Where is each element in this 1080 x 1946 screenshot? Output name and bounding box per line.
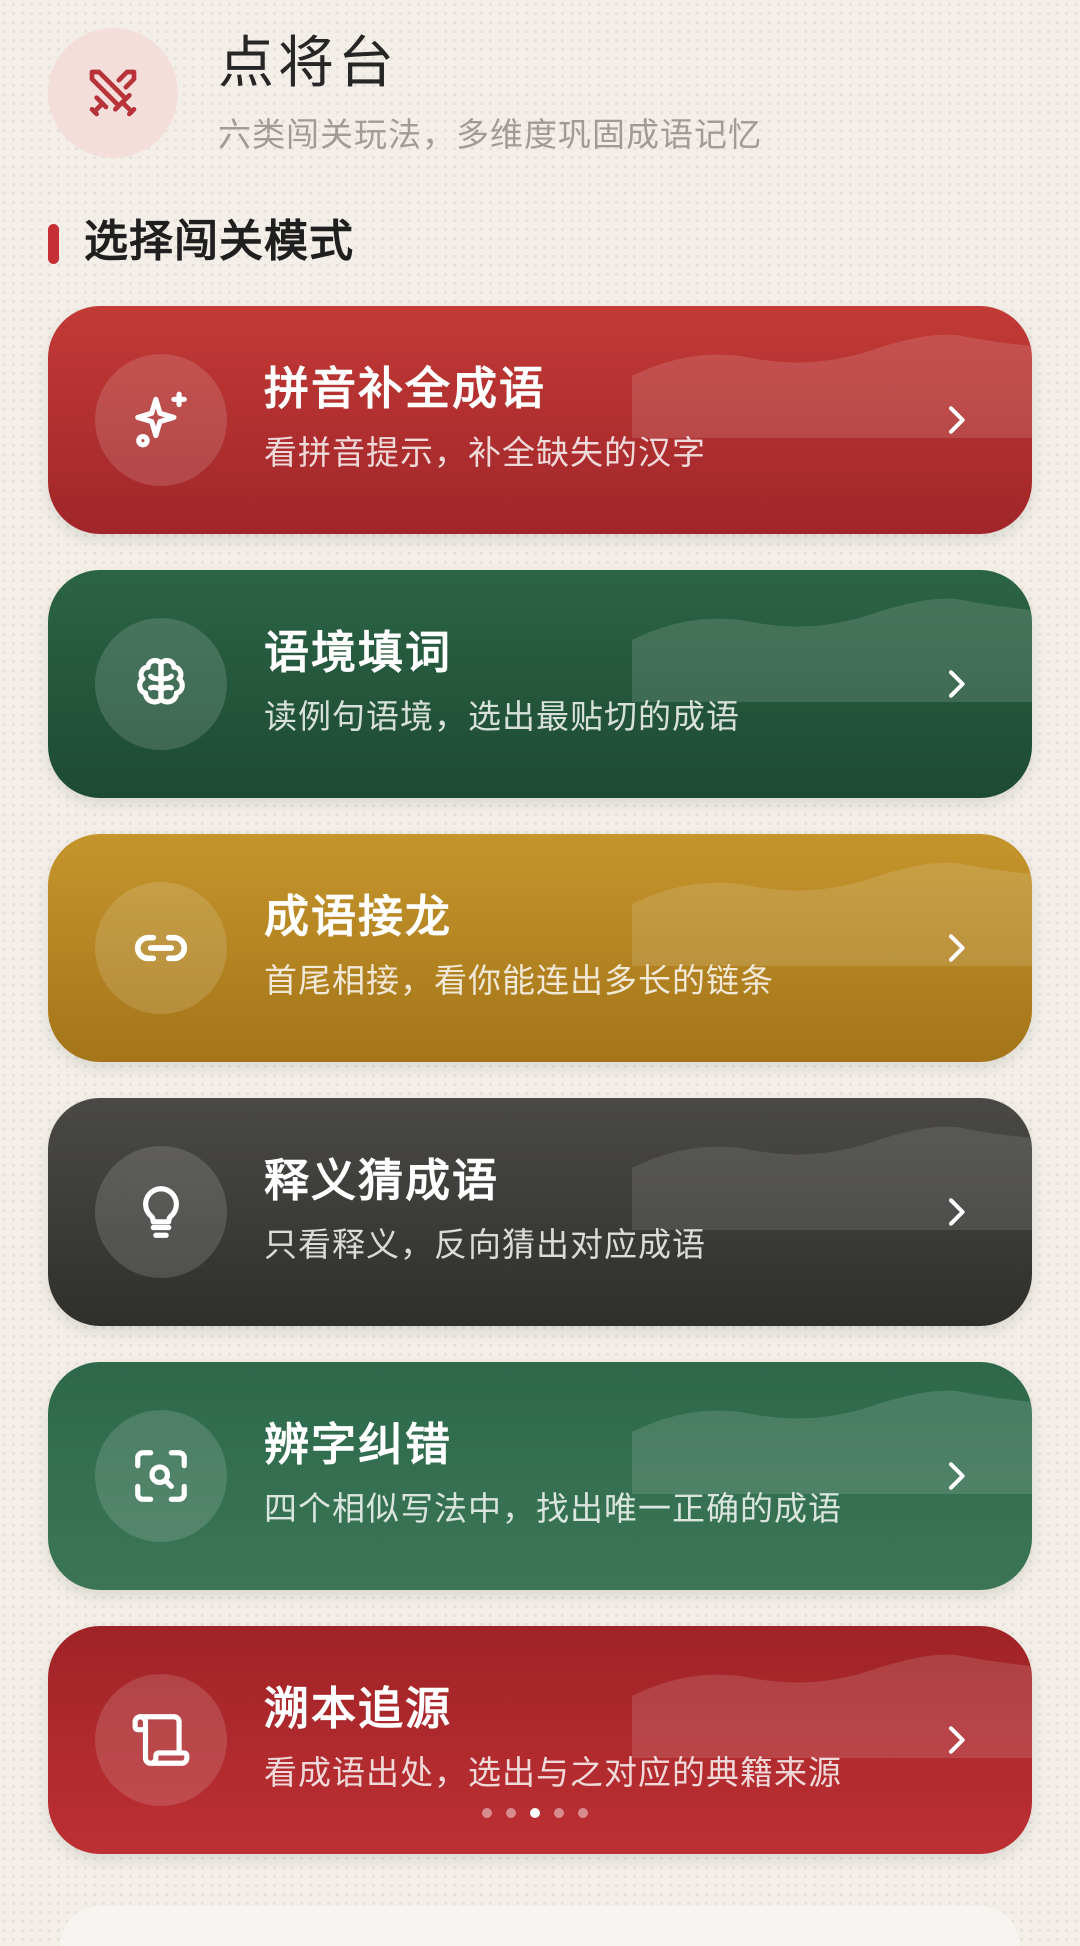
mode-card-context[interactable]: 语境填词 读例句语境，选出最贴切的成语 — [48, 570, 1032, 798]
bottom-sheet-edge — [60, 1906, 1020, 1946]
mode-title: 溯本追源 — [264, 1682, 453, 1735]
chevron-right-icon — [949, 670, 965, 698]
chevron-right-icon — [949, 406, 965, 434]
mode-title: 拼音补全成语 — [264, 362, 547, 415]
chevron-right-icon — [949, 1198, 965, 1226]
section-accent-bar — [48, 224, 59, 264]
mode-icon-circle — [95, 618, 227, 750]
link-icon — [134, 934, 188, 962]
page-dot[interactable] — [506, 1808, 516, 1818]
mode-description: 首尾相接，看你能连出多长的链条 — [264, 961, 774, 1000]
page-dot-active[interactable] — [530, 1808, 540, 1818]
chevron-right-icon — [949, 1726, 965, 1754]
mode-icon-circle — [95, 1146, 227, 1278]
mode-title: 成语接龙 — [264, 890, 453, 943]
page-dot[interactable] — [578, 1808, 588, 1818]
app-header: 点将台 六类闯关玩法，多维度巩固成语记忆 — [48, 28, 1028, 168]
mode-card-meaning[interactable]: 释义猜成语 只看释义，反向猜出对应成语 — [48, 1098, 1032, 1326]
section-title: 选择闯关模式 — [84, 216, 354, 267]
mode-card-pinyin[interactable]: 拼音补全成语 看拼音提示，补全缺失的汉字 — [48, 306, 1032, 534]
mode-description: 只看释义，反向猜出对应成语 — [264, 1225, 706, 1264]
sparkles-icon — [135, 391, 187, 448]
brain-icon — [137, 658, 185, 705]
logo — [48, 28, 178, 158]
app-subtitle: 六类闯关玩法，多维度巩固成语记忆 — [218, 115, 762, 154]
page-dot[interactable] — [554, 1808, 564, 1818]
mode-card-correction[interactable]: 辨字纠错 四个相似写法中，找出唯一正确的成语 — [48, 1362, 1032, 1590]
lightbulb-icon — [143, 1186, 179, 1238]
mode-description: 四个相似写法中，找出唯一正确的成语 — [264, 1489, 842, 1528]
mode-icon-circle — [95, 1410, 227, 1542]
app-title: 点将台 — [218, 31, 398, 96]
mode-title: 语境填词 — [264, 626, 453, 679]
scroll-icon — [132, 1714, 190, 1766]
scan-search-icon — [135, 1450, 187, 1502]
mode-icon-circle — [95, 1674, 227, 1806]
mode-list: 拼音补全成语 看拼音提示，补全缺失的汉字 语境填词 读例句语境，选出最贴切的成语 — [48, 306, 1032, 1890]
chevron-right-icon — [949, 934, 965, 962]
crossed-swords-icon — [89, 69, 137, 117]
mode-title: 辨字纠错 — [264, 1418, 453, 1471]
mode-description: 读例句语境，选出最贴切的成语 — [264, 697, 740, 736]
page-indicator — [482, 1808, 588, 1818]
chevron-right-icon — [949, 1462, 965, 1490]
mode-card-origin[interactable]: 溯本追源 看成语出处，选出与之对应的典籍来源 — [48, 1626, 1032, 1854]
mode-icon-circle — [95, 354, 227, 486]
mode-card-chain[interactable]: 成语接龙 首尾相接，看你能连出多长的链条 — [48, 834, 1032, 1062]
mode-title: 释义猜成语 — [264, 1154, 500, 1207]
mode-description: 看拼音提示，补全缺失的汉字 — [264, 433, 706, 472]
mode-description: 看成语出处，选出与之对应的典籍来源 — [264, 1753, 842, 1792]
page-dot[interactable] — [482, 1808, 492, 1818]
mode-icon-circle — [95, 882, 227, 1014]
